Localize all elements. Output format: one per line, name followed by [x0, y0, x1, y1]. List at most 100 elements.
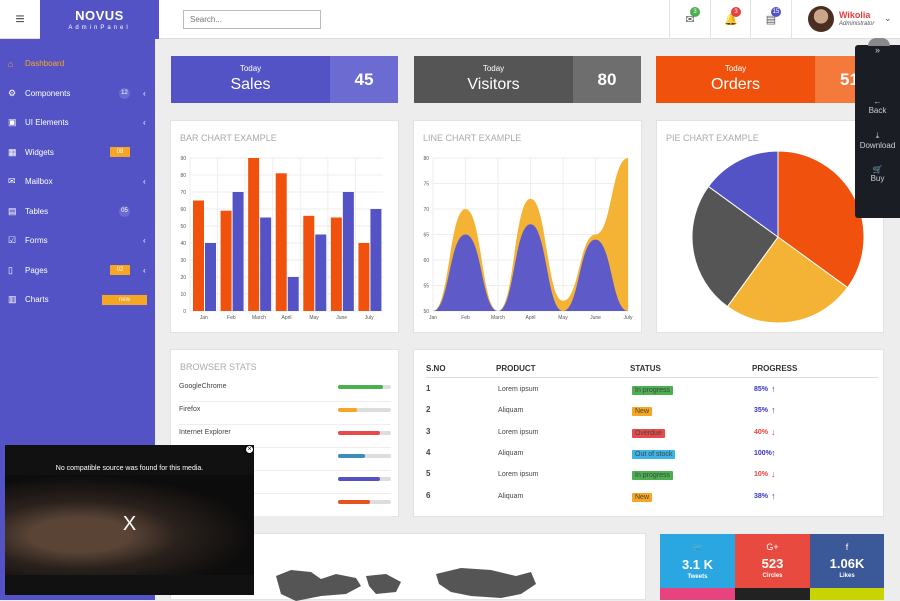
line-chart: 50556065707580Jan Feb March April May June Jul… — [423, 156, 633, 321]
video-error-x: X — [122, 513, 137, 535]
social-tile-likes[interactable]: f 1.06K Likes — [810, 534, 884, 588]
menu-toggle-button[interactable]: ≡ — [0, 0, 40, 39]
y-tick-label: 70 — [180, 190, 186, 196]
back-button[interactable]: ← Back — [855, 97, 900, 115]
table-row[interactable]: 3 Lorem ipsum Overdue 40% ↓ — [426, 427, 878, 448]
sidebar-item-dashboard[interactable]: ⌂ Dashboard — [0, 49, 155, 78]
bar — [330, 217, 342, 311]
brand-logo[interactable]: NOVUS AdminPanel — [40, 0, 159, 39]
browser-progress-fill — [338, 500, 370, 504]
tasks-button[interactable]: ▤ 15 — [750, 0, 791, 39]
line-chart-card: LINE CHART EXAMPLE 50 55 60 65 70 75 80 Jan Feb M… — [413, 120, 642, 333]
table-row[interactable]: 2 Aliquam New 35% ↑ — [426, 405, 878, 426]
x-tick-label: April — [281, 315, 291, 321]
social-tile-tweets[interactable]: 🐦 3.1 K Tweets — [660, 534, 735, 588]
y-tick-label: 60 — [423, 258, 429, 264]
y-tick-label: 80 — [180, 173, 186, 179]
progress-value: 35% — [754, 407, 769, 415]
x-tick-label: March — [252, 315, 266, 321]
social-count: 1.06K — [829, 556, 865, 571]
sidebar-item-charts[interactable]: ▥ Charts new — [0, 285, 155, 314]
collapse-icon[interactable]: » — [855, 45, 900, 55]
y-tick-label: 60 — [180, 207, 186, 213]
table-row[interactable]: 4 Aliquam Out of stock 100% ↑ — [426, 448, 878, 469]
table-header[interactable]: PROGRESS — [752, 364, 797, 373]
table-header[interactable]: PRODUCT — [496, 364, 536, 373]
video-player[interactable]: No compatible source was found for this … — [5, 455, 254, 595]
browser-progress-fill — [338, 431, 381, 435]
social-label: Circles — [762, 573, 783, 579]
y-tick-label: 75 — [423, 182, 429, 188]
chevron-left-icon: ‹ — [143, 177, 146, 186]
table-row[interactable]: 5 Lorem ipsum In progress 10% ↓ — [426, 469, 878, 490]
social-tile-circles[interactable]: G+ 523 Circles — [735, 534, 810, 588]
search-input[interactable] — [183, 10, 321, 29]
stat-card-visitors[interactable]: Today Visitors 80 — [414, 56, 641, 103]
sidebar-item-mailbox[interactable]: ✉ Mailbox ‹ — [0, 167, 155, 196]
sidebar-item-pages[interactable]: ▯ Pages 02 ‹ — [0, 256, 155, 285]
video-error-message: No compatible source was found for this … — [55, 465, 204, 472]
browser-progress-bar — [338, 454, 391, 458]
table-row[interactable]: 1 Lorem ipsum In progress 85% ↑ — [426, 384, 878, 405]
stat-label-block: Today Orders — [656, 56, 815, 103]
x-tick-label: July — [365, 315, 374, 321]
cart-icon: 🛒 — [872, 165, 883, 174]
table-header[interactable]: STATUS — [630, 364, 661, 373]
book-icon: ▣ — [8, 117, 17, 127]
vine-tile[interactable] — [810, 588, 884, 600]
table-icon: ▤ — [8, 205, 17, 216]
browser-name: Firefox — [179, 406, 201, 413]
sidebar-item-ui-elements[interactable]: ▣ UI Elements ‹ — [0, 108, 155, 137]
x-tick-label: Feb — [461, 315, 470, 321]
sidebar-item-components[interactable]: ⚙ Components 12 ‹ — [0, 79, 155, 108]
mail-button[interactable]: ✉ 3 — [669, 0, 710, 39]
bar — [287, 277, 299, 311]
social-label: Tweets — [687, 574, 708, 580]
buy-label: Buy — [870, 174, 885, 183]
user-menu[interactable]: Wikolia Administrator ⌄ — [791, 0, 900, 39]
chevron-left-icon: ‹ — [143, 265, 146, 275]
progress-value: 100% — [754, 449, 772, 457]
stat-card-orders[interactable]: Today Orders 51 — [656, 56, 884, 103]
y-tick-label: 65 — [423, 233, 429, 239]
x-tick-label: April — [525, 315, 535, 321]
bar — [275, 173, 287, 311]
chevron-left-icon: ‹ — [143, 236, 146, 245]
pie-chart — [691, 150, 865, 324]
stat-card-sales[interactable]: Today Sales 45 — [171, 56, 398, 103]
envelope-icon: ✉ — [8, 176, 16, 186]
y-tick-label: 0 — [183, 309, 186, 315]
bar-chart-icon: ▥ — [8, 294, 17, 304]
browser-progress-bar — [338, 431, 391, 435]
social-count: 523 — [761, 556, 784, 571]
sidebar-item-widgets[interactable]: ▦ Widgets 08 — [0, 138, 155, 167]
sidebar-badge: 05 — [119, 205, 130, 217]
download-button[interactable]: ⤓ Download — [855, 131, 900, 150]
sidebar-item-forms[interactable]: ☑ Forms ‹ — [0, 226, 155, 255]
close-icon[interactable]: × — [245, 445, 254, 454]
browser-name: GoogleChrome — [179, 383, 227, 390]
bar — [260, 217, 272, 311]
table-header[interactable]: S.NO — [426, 364, 446, 373]
panel-toggle-tab[interactable] — [868, 38, 890, 46]
buy-button[interactable]: 🛒 Buy — [855, 165, 900, 183]
brand-subtitle: AdminPanel — [68, 25, 131, 31]
chevron-down-icon: ⌄ — [884, 13, 892, 23]
trend-icon: ↑ — [771, 384, 776, 394]
status-badge: In progress — [632, 386, 674, 395]
tasks-count-badge: 15 — [771, 7, 781, 17]
home-icon: ⌂ — [8, 58, 14, 69]
status-badge: Overdue — [632, 428, 665, 438]
trend-icon: ↑ — [771, 405, 776, 416]
progress-value: 10% — [754, 471, 769, 479]
browser-row: GoogleChrome — [179, 379, 391, 402]
notifications-button[interactable]: 🔔 3 — [710, 0, 751, 39]
instagram-tile[interactable] — [660, 588, 735, 600]
github-tile[interactable] — [735, 588, 810, 600]
table-row[interactable]: 6 Aliquam New 38% ↑ — [426, 491, 878, 512]
x-tick-label: June — [336, 315, 347, 321]
sidebar-item-tables[interactable]: ▤ Tables 05 — [0, 197, 155, 226]
bar — [232, 192, 244, 311]
status-badge: In progress — [632, 471, 674, 481]
social-count: 3.1 K — [681, 557, 714, 572]
